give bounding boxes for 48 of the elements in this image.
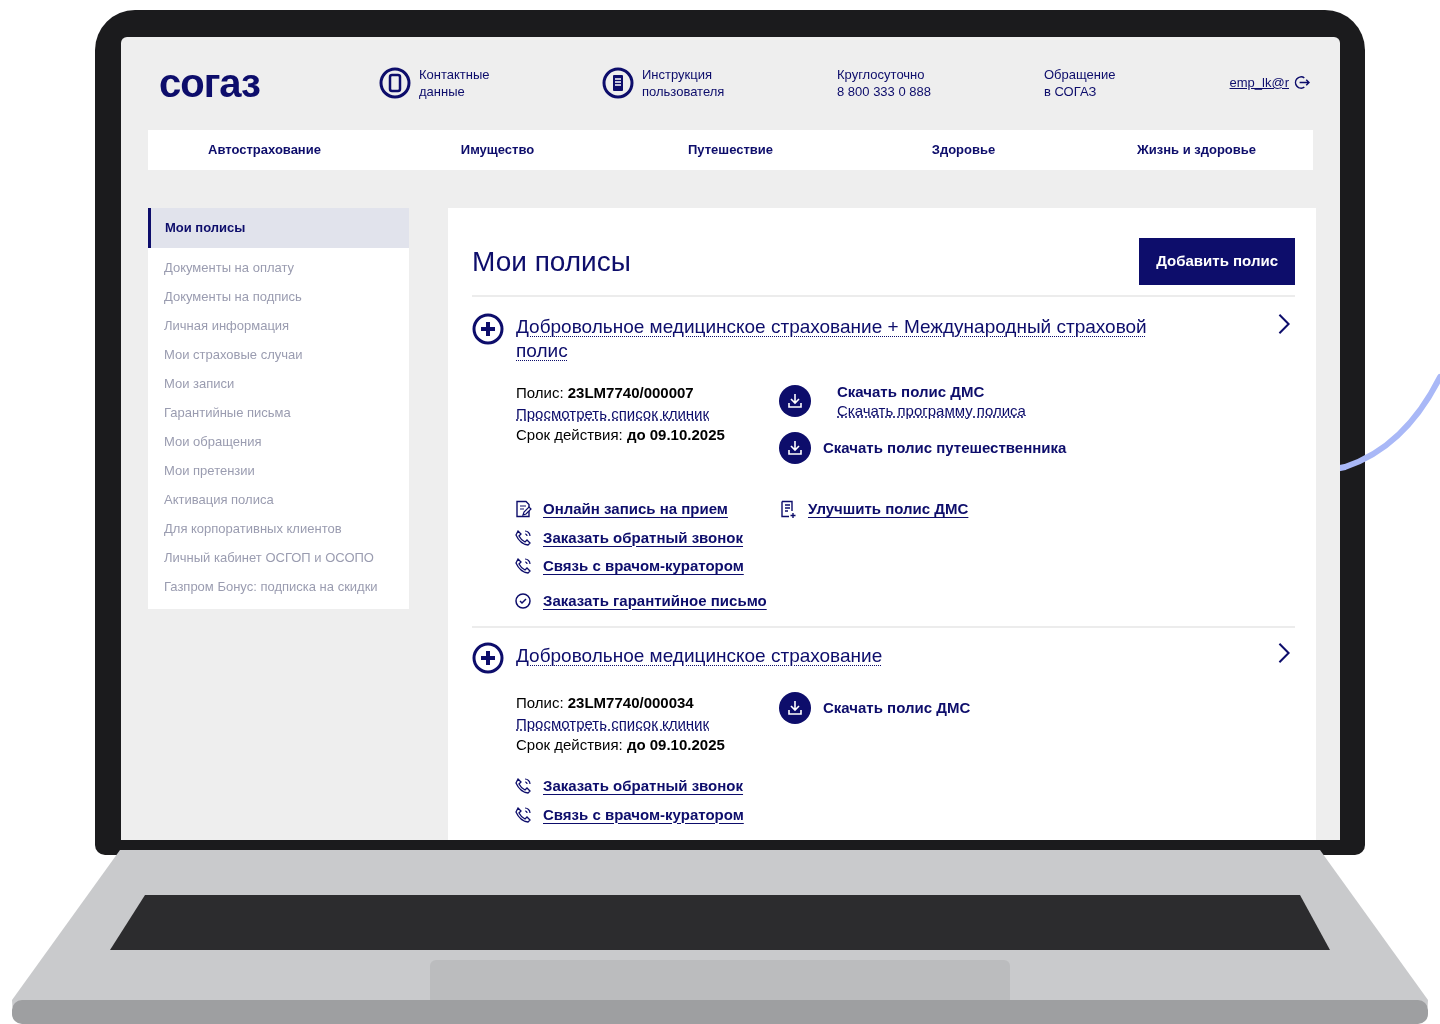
header-link[interactable]: Инструкция пользователя: [642, 65, 725, 100]
download-icon: [779, 385, 811, 417]
document-pen-icon: [514, 500, 532, 519]
action-link[interactable]: Заказать гарантийное письмо: [543, 589, 767, 612]
page-title: Мои полисы: [472, 244, 631, 279]
download-link[interactable]: Скачать полис ДМС: [823, 696, 971, 720]
action-link[interactable]: Связь с врачом-куратором: [543, 803, 744, 826]
action-link[interactable]: Заказать обратный звонок: [543, 775, 744, 798]
document-icon: [602, 66, 634, 99]
action-link[interactable]: Онлайн запись на прием: [543, 498, 728, 521]
action-link[interactable]: Улучшить полис ДМС: [808, 498, 969, 521]
add-policy-button[interactable]: Добавить полис: [1139, 238, 1295, 285]
policy-number: Полис: 23LM7740/000007: [516, 383, 695, 403]
nav-link[interactable]: Здоровье: [931, 140, 996, 160]
check-circle-icon: [514, 591, 532, 610]
policy-number: Полис: 23LM7740/000034: [516, 693, 695, 713]
user-link[interactable]: emp_lk@r: [1229, 72, 1289, 93]
logo[interactable]: согаз: [159, 62, 379, 103]
policy-title-link[interactable]: Добровольное медицинское страхование: [516, 644, 1176, 668]
action-link[interactable]: Заказать обратный звонок: [543, 526, 744, 549]
nav-link[interactable]: Автострахование: [208, 140, 321, 160]
nav-link[interactable]: Жизнь и здоровье: [1137, 140, 1256, 160]
plus-circle-icon: [472, 642, 504, 674]
plus-circle-icon: [472, 313, 504, 345]
program-link[interactable]: Скачать программу полиса: [837, 401, 1026, 420]
policy-title-link[interactable]: Добровольное медицинское страхование + Международный страховой полис: [516, 315, 1176, 363]
action-link[interactable]: Связь с врачом-куратором: [543, 555, 744, 578]
header-info: Обращение в СОГАЗ: [1044, 65, 1116, 100]
clinics-link[interactable]: Просмотреть список клиник: [516, 405, 710, 422]
clinics-link[interactable]: Просмотреть список клиник: [516, 715, 710, 732]
phone-icon: [514, 805, 532, 824]
phone-icon: [514, 557, 532, 576]
header-link[interactable]: Контактные данные: [419, 65, 490, 100]
policy-term: Срок действия: до 09.10.2025: [516, 735, 726, 755]
download-link[interactable]: Скачать полис путешественника: [823, 436, 1067, 460]
phone-icon: [514, 777, 532, 796]
policy-term: Срок действия: до 09.10.2025: [516, 425, 726, 445]
sidebar-item[interactable]: Мои полисы: [148, 208, 409, 248]
logout-icon: [1293, 74, 1310, 91]
document-plus-icon: [779, 500, 797, 519]
phone-icon: [379, 66, 411, 99]
download-link[interactable]: Скачать полис ДМС: [837, 382, 1026, 401]
nav-link[interactable]: Путешествие: [687, 140, 773, 160]
download-icon: [779, 692, 811, 724]
phone-icon: [514, 528, 532, 547]
download-icon: [779, 432, 811, 464]
header-info: Круглосуточно 8 800 333 0 888: [837, 65, 931, 100]
nav-link[interactable]: Имущество: [460, 140, 535, 160]
